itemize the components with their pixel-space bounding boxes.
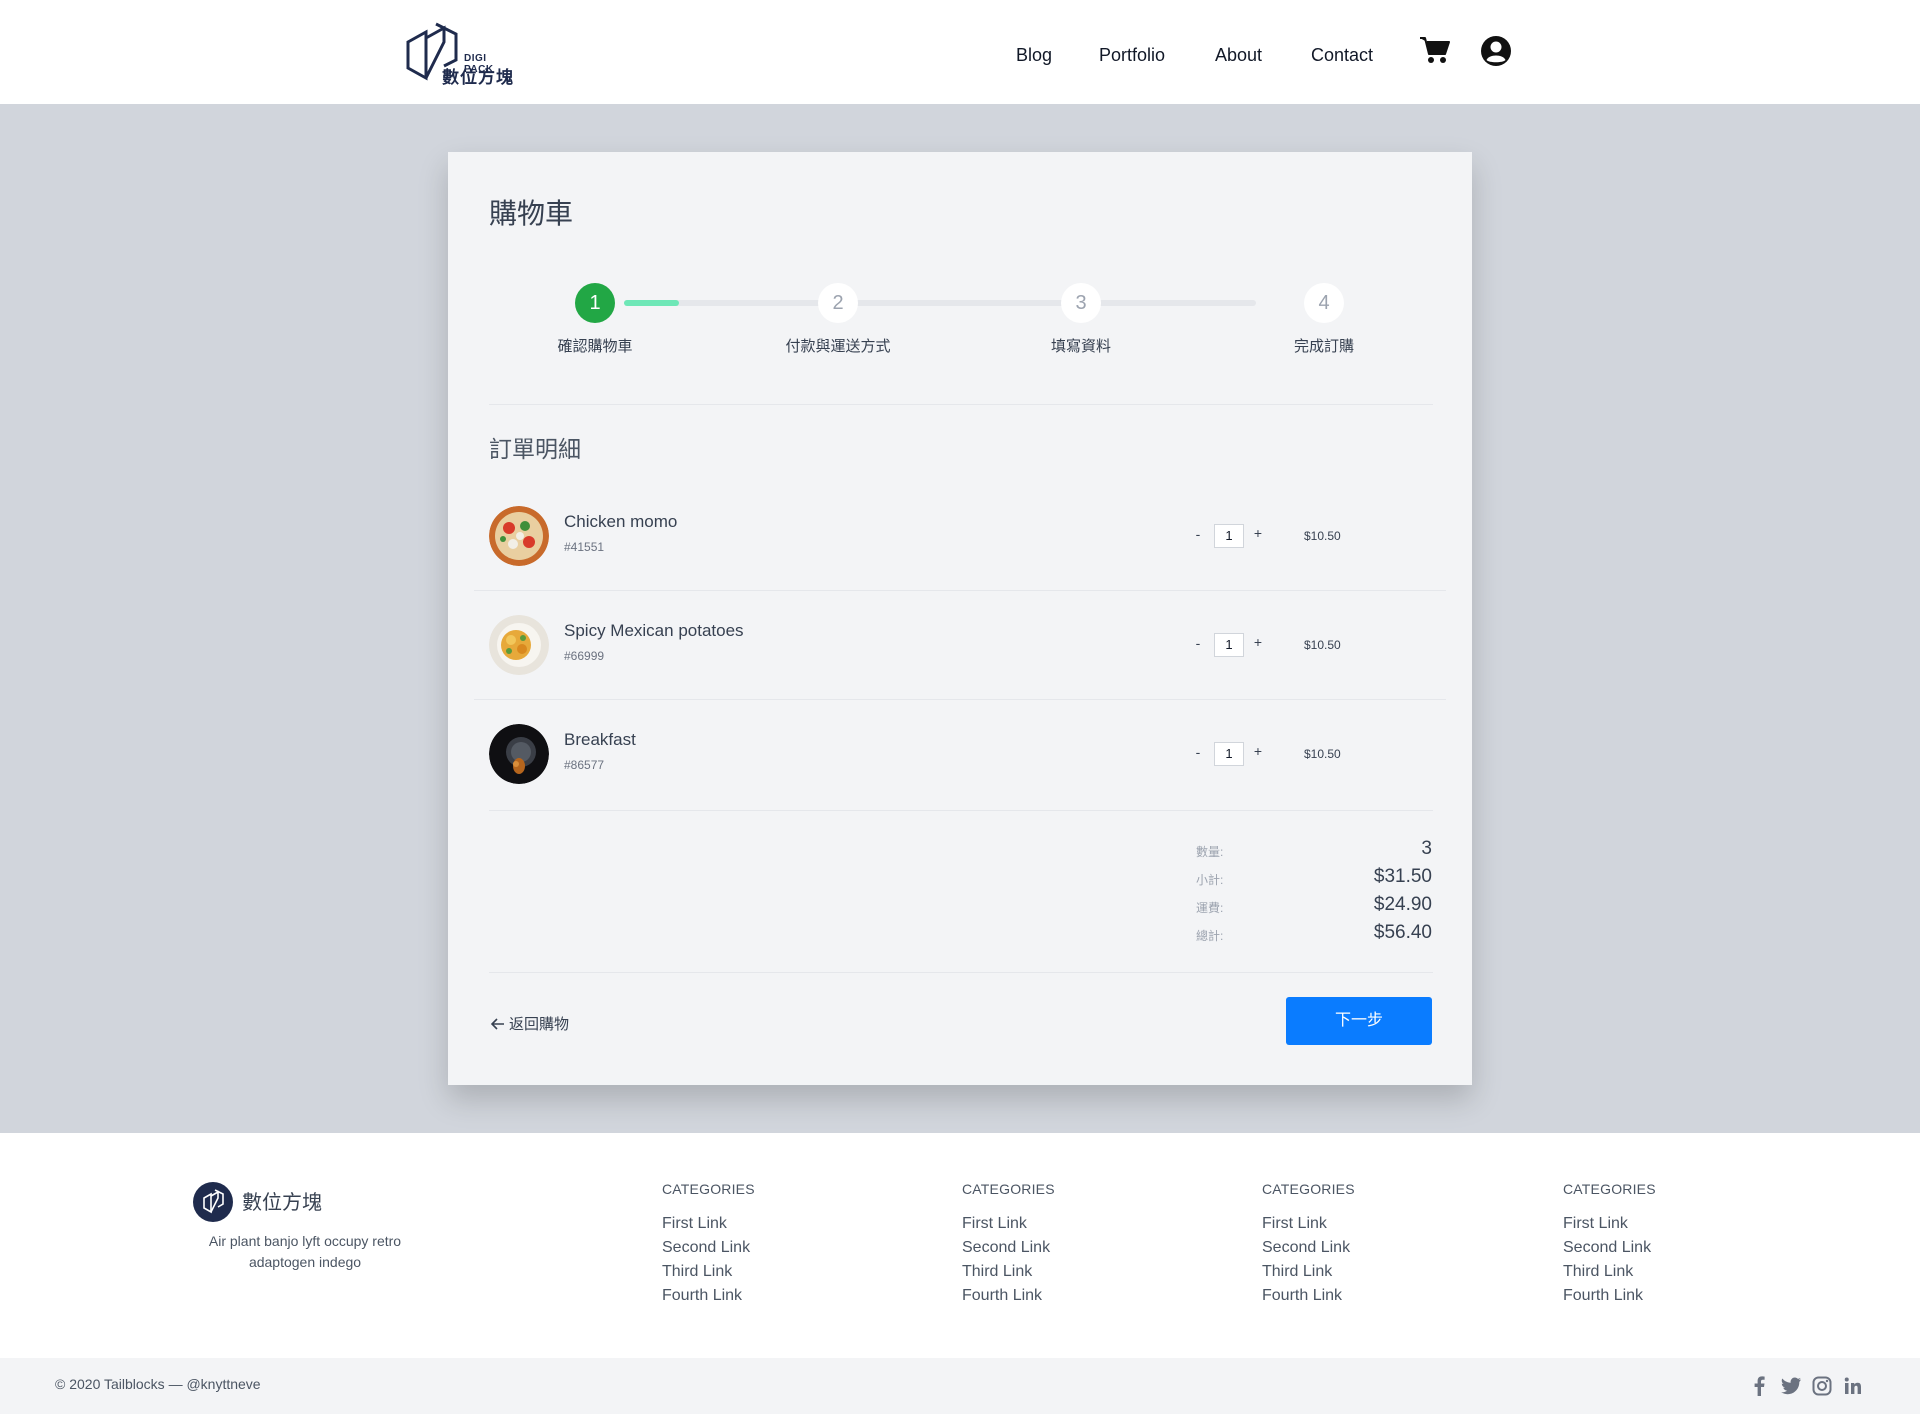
item-name: Breakfast [564, 730, 636, 749]
qty-decrease-button[interactable]: - [1192, 744, 1204, 760]
item-price: $10.50 [1304, 529, 1341, 543]
item-image [489, 724, 549, 784]
shipping-label: 運費: [1196, 901, 1224, 915]
footer-link[interactable]: Second Link [1563, 1239, 1651, 1257]
item-image [489, 506, 549, 566]
item-sku: #41551 [564, 540, 605, 554]
stepper-track [624, 300, 1256, 306]
nav-portfolio[interactable]: Portfolio [1099, 45, 1165, 66]
cart-card: 購物車 1 2 3 4 確認購物車 付款與運送方式 填寫資料 完成訂購 訂單明細… [448, 152, 1472, 1085]
footer-link[interactable]: Fourth Link [1262, 1287, 1342, 1305]
shipping-value: $24.90 [1373, 894, 1432, 915]
cart-icon[interactable] [1419, 35, 1451, 65]
cart-item: Spicy Mexican potatoes #66999 - 1 + $10.… [474, 591, 1446, 700]
item-price: $10.50 [1304, 747, 1341, 761]
item-name: Spicy Mexican potatoes [564, 621, 744, 640]
step-1-circle: 1 [575, 283, 615, 323]
step-3-label: 填寫資料 [1050, 338, 1111, 355]
site-header: DIGI PACK 數位方塊 Blog Portfolio About Cont… [0, 0, 1920, 104]
qty-input[interactable]: 1 [1214, 633, 1244, 657]
item-image [489, 615, 549, 675]
user-icon[interactable] [1480, 35, 1512, 67]
qty-input[interactable]: 1 [1214, 742, 1244, 766]
footer-link[interactable]: Second Link [662, 1239, 750, 1257]
divider [489, 810, 1433, 811]
stepper-progress [624, 300, 679, 306]
subtotal-value: $31.50 [1373, 866, 1432, 887]
footer-link[interactable]: Third Link [1262, 1263, 1332, 1281]
total-value: $56.40 [1373, 922, 1432, 943]
footer-link[interactable]: Third Link [962, 1263, 1032, 1281]
item-sku: #86577 [564, 758, 605, 772]
footer-description: Air plant banjo lyft occupy retro adapto… [208, 1233, 402, 1270]
cart-item: Breakfast #86577 - 1 + $10.50 [474, 700, 1446, 809]
footer-link[interactable]: First Link [1262, 1215, 1327, 1233]
subtotal-label: 小計: [1196, 873, 1224, 887]
footer-link[interactable]: First Link [962, 1215, 1027, 1233]
footer-link[interactable]: Second Link [1262, 1239, 1350, 1257]
step-2-label: 付款與運送方式 [785, 338, 891, 355]
item-name: Chicken momo [564, 512, 678, 531]
step-3-circle: 3 [1061, 283, 1101, 323]
divider [489, 972, 1433, 973]
nav-blog[interactable]: Blog [1016, 45, 1052, 66]
item-sku: #66999 [564, 649, 605, 663]
footer-column-title: CATEGORIES [962, 1181, 1055, 1197]
footer-link[interactable]: Third Link [662, 1263, 732, 1281]
footer-link[interactable]: First Link [662, 1215, 727, 1233]
order-details-title: 訂單明細 [489, 436, 581, 462]
total-label: 總計: [1196, 929, 1224, 943]
cart-item: Chicken momo #41551 - 1 + $10.50 [474, 482, 1446, 591]
item-price: $10.50 [1304, 638, 1341, 652]
qty-decrease-button[interactable]: - [1192, 635, 1204, 651]
facebook-icon[interactable] [1752, 1376, 1766, 1396]
twitter-icon[interactable] [1780, 1376, 1802, 1396]
divider [489, 404, 1433, 405]
footer-link[interactable]: Second Link [962, 1239, 1050, 1257]
qty-decrease-button[interactable]: - [1192, 526, 1204, 542]
next-step-button[interactable]: 下一步 [1286, 997, 1432, 1045]
footer-link[interactable]: First Link [1563, 1215, 1628, 1233]
page-title: 購物車 [489, 198, 574, 229]
qty-input[interactable]: 1 [1214, 524, 1244, 548]
nav-about[interactable]: About [1215, 45, 1262, 66]
step-4-label: 完成訂購 [1293, 338, 1354, 355]
logo-mark-icon [203, 1189, 224, 1214]
footer-link[interactable]: Fourth Link [1563, 1287, 1643, 1305]
footer-link[interactable]: Fourth Link [962, 1287, 1042, 1305]
step-4-circle: 4 [1304, 283, 1344, 323]
qty-increase-button[interactable]: + [1252, 525, 1264, 541]
qty-increase-button[interactable]: + [1252, 634, 1264, 650]
footer-link[interactable]: Third Link [1563, 1263, 1633, 1281]
logo[interactable]: DIGI PACK 數位方塊 [406, 20, 518, 88]
nav-contact[interactable]: Contact [1311, 45, 1373, 66]
qty-increase-button[interactable]: + [1252, 743, 1264, 759]
step-2-circle: 2 [818, 283, 858, 323]
copyright: © 2020 Tailblocks — @knyttneve [55, 1376, 261, 1392]
logo-text-cn: 數位方塊 [442, 68, 514, 87]
footer-link[interactable]: Fourth Link [662, 1287, 742, 1305]
footer-column-title: CATEGORIES [1563, 1181, 1656, 1197]
footer-brand: 數位方塊 [242, 1192, 322, 1214]
quantity-value: 3 [1421, 838, 1432, 859]
footer-bottom-bar: © 2020 Tailblocks — @knyttneve [0, 1358, 1920, 1414]
back-to-shopping-link[interactable]: 返回購物 [490, 1013, 570, 1034]
footer-column-title: CATEGORIES [1262, 1181, 1355, 1197]
step-1-label: 確認購物車 [557, 338, 633, 355]
quantity-label: 數量: [1196, 845, 1224, 859]
footer-column-title: CATEGORIES [662, 1181, 755, 1197]
footer-logo[interactable] [193, 1182, 233, 1222]
back-label: 返回購物 [509, 1016, 570, 1033]
instagram-icon[interactable] [1812, 1376, 1832, 1396]
linkedin-icon[interactable] [1843, 1376, 1863, 1396]
arrow-left-icon [490, 1018, 504, 1030]
